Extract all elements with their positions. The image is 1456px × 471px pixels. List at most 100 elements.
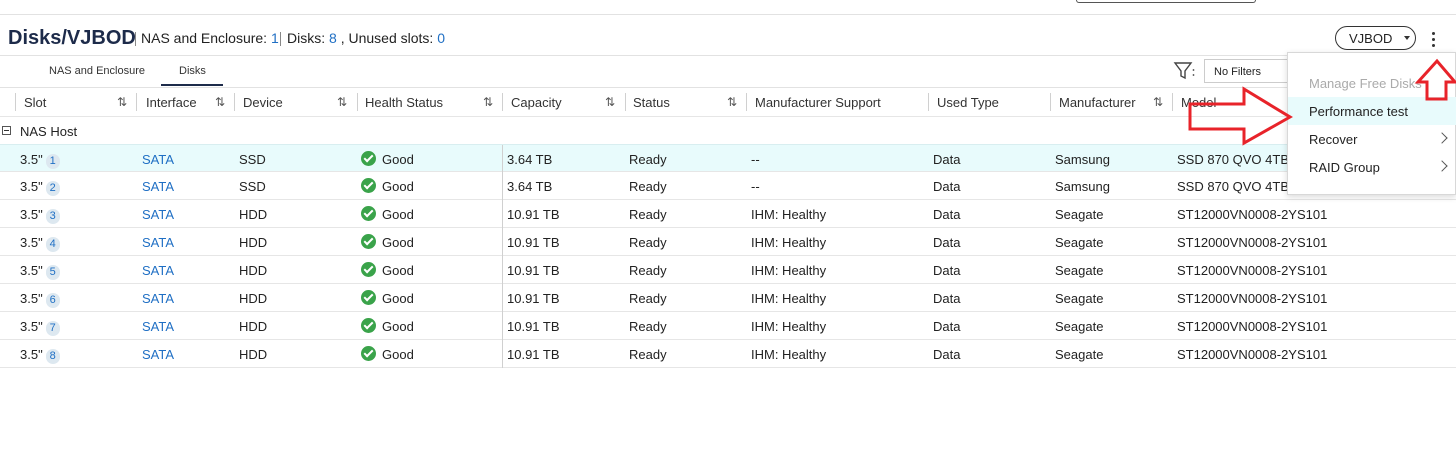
table-row[interactable]: 3.5" 2 SATA SSD Good 3.64 TB Ready -- Data Samsun…	[0, 172, 1456, 200]
model-cell: ST12000VN0008-2YS101	[1177, 207, 1328, 222]
sort-icon[interactable]: ⇅	[117, 95, 127, 109]
used-type-cell: Data	[933, 235, 961, 250]
capacity-cell: 3.64 TB	[507, 152, 553, 167]
grid-top-border	[0, 87, 1456, 88]
column-header-health-status[interactable]: Health Status	[365, 95, 443, 110]
summary-divider	[135, 32, 136, 46]
used-type-cell: Data	[933, 319, 961, 334]
interface-link[interactable]: SATA	[142, 291, 174, 306]
manufacturer-support-cell: IHM: Healthy	[751, 235, 827, 250]
sort-icon[interactable]: ⇅	[215, 95, 225, 109]
slot-number-badge: 6	[45, 293, 60, 308]
sort-icon[interactable]: ⇅	[1153, 95, 1163, 109]
column-separator[interactable]	[1172, 93, 1173, 111]
health-status-cell: Good	[382, 347, 414, 362]
interface-link[interactable]: SATA	[142, 263, 174, 278]
table-row[interactable]: 3.5" 8 SATA HDD Good 10.91 TB Ready IHM: Health…	[0, 340, 1456, 368]
vjbod-button-label: VJBOD	[1349, 31, 1393, 46]
column-header-slot[interactable]: Slot	[24, 95, 46, 110]
sort-icon[interactable]: ⇅	[337, 95, 347, 109]
slot-size: 3.5"	[20, 319, 43, 334]
filter-select[interactable]: No Filters	[1204, 59, 1294, 83]
column-header-manufacturer-support[interactable]: Manufacturer Support	[755, 95, 881, 110]
filter-value: No Filters	[1214, 66, 1262, 78]
nas-label: NAS and Enclosure:	[141, 30, 268, 46]
tab-disks[interactable]: Disks	[179, 65, 206, 77]
menu-item-raid-group[interactable]: RAID Group	[1288, 153, 1456, 181]
kebab-menu-icon[interactable]	[1428, 29, 1440, 49]
manufacturer-cell: Seagate	[1055, 207, 1104, 222]
sort-icon[interactable]: ⇅	[605, 95, 615, 109]
caret-down-icon	[1404, 36, 1410, 40]
table-row[interactable]: 3.5" 5 SATA HDD Good 10.91 TB Ready IHM: Health…	[0, 256, 1456, 284]
interface-link[interactable]: SATA	[142, 179, 174, 194]
column-separator[interactable]	[15, 93, 16, 111]
unused-count: 0	[437, 30, 445, 46]
device-cell: HDD	[239, 319, 268, 334]
column-header-manufacturer[interactable]: Manufacturer	[1059, 95, 1136, 110]
column-separator[interactable]	[502, 93, 503, 111]
column-separator[interactable]	[1050, 93, 1051, 111]
slot-number-badge: 4	[45, 237, 60, 252]
column-divider	[502, 312, 503, 340]
capacity-cell: 10.91 TB	[507, 347, 560, 362]
vjbod-button[interactable]: VJBOD	[1335, 26, 1416, 50]
table-row[interactable]: 3.5" 7 SATA HDD Good 10.91 TB Ready IHM: Health…	[0, 312, 1456, 340]
filter-icon[interactable]	[1173, 61, 1195, 81]
column-header-model[interactable]: Model	[1181, 95, 1216, 110]
interface-link[interactable]: SATA	[142, 235, 174, 250]
column-separator[interactable]	[746, 93, 747, 111]
menu-item-manage-free-disks: Manage Free Disks	[1288, 69, 1456, 97]
table-row[interactable]: 3.5" 1 SATA SSD Good 3.64 TB Ready -- Data Samsun…	[0, 144, 1456, 173]
nas-summary: NAS and Enclosure: 1	[141, 30, 279, 46]
group-label: NAS Host	[20, 124, 78, 139]
column-divider	[502, 200, 503, 228]
interface-link[interactable]: SATA	[142, 319, 174, 334]
column-separator[interactable]	[357, 93, 358, 111]
sort-icon[interactable]: ⇅	[727, 95, 737, 109]
slot-size: 3.5"	[20, 347, 43, 362]
column-header-device[interactable]: Device	[243, 95, 283, 110]
check-circle-icon	[361, 318, 376, 333]
interface-link[interactable]: SATA	[142, 152, 174, 167]
device-cell: HDD	[239, 207, 268, 222]
interface-link[interactable]: SATA	[142, 207, 174, 222]
check-circle-icon	[361, 234, 376, 249]
column-header-status[interactable]: Status	[633, 95, 670, 110]
model-cell: ST12000VN0008-2YS101	[1177, 291, 1328, 306]
menu-item-recover[interactable]: Recover	[1288, 125, 1456, 153]
health-status-cell: Good	[382, 291, 414, 306]
manufacturer-support-cell: --	[751, 179, 760, 194]
menu-item-label: Recover	[1309, 132, 1358, 147]
model-cell: ST12000VN0008-2YS101	[1177, 319, 1328, 334]
table-row[interactable]: 3.5" 3 SATA HDD Good 10.91 TB Ready IHM: Health…	[0, 200, 1456, 228]
table-row[interactable]: 3.5" 6 SATA HDD Good 10.91 TB Ready IHM: Health…	[0, 284, 1456, 312]
column-separator[interactable]	[928, 93, 929, 111]
table-row[interactable]: 3.5" 4 SATA HDD Good 10.91 TB Ready IHM: Health…	[0, 228, 1456, 256]
column-separator[interactable]	[625, 93, 626, 111]
column-header-capacity[interactable]: Capacity	[511, 95, 562, 110]
tabs-divider	[0, 55, 1456, 56]
column-divider	[502, 340, 503, 368]
column-header-used-type[interactable]: Used Type	[937, 95, 999, 110]
column-separator[interactable]	[234, 93, 235, 111]
interface-link[interactable]: SATA	[142, 347, 174, 362]
slot-cell: 3.5" 4	[20, 235, 60, 252]
check-circle-icon	[361, 206, 376, 221]
sort-icon[interactable]: ⇅	[483, 95, 493, 109]
column-header-interface[interactable]: Interface	[146, 95, 197, 110]
model-cell: ST12000VN0008-2YS101	[1177, 347, 1328, 362]
collapse-icon[interactable]	[2, 126, 11, 135]
used-type-cell: Data	[933, 207, 961, 222]
model-cell: ST12000VN0008-2YS101	[1177, 235, 1328, 250]
used-type-cell: Data	[933, 347, 961, 362]
column-separator[interactable]	[136, 93, 137, 111]
device-cell: SSD	[239, 179, 266, 194]
slot-size: 3.5"	[20, 179, 43, 194]
menu-item-performance-test[interactable]: Performance test	[1288, 97, 1456, 125]
slot-number-badge: 2	[45, 181, 60, 196]
manufacturer-support-cell: IHM: Healthy	[751, 263, 827, 278]
top-search-field[interactable]	[1076, 0, 1256, 3]
tab-nas-and-enclosure[interactable]: NAS and Enclosure	[49, 65, 145, 77]
used-type-cell: Data	[933, 291, 961, 306]
